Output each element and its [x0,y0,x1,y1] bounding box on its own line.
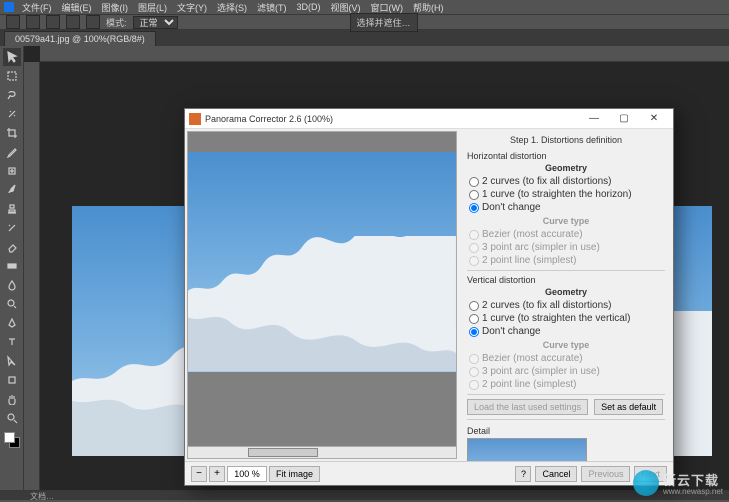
mode-label: 模式: [106,16,127,29]
controls-pane: Step 1. Distortions definition Horizonta… [459,129,673,461]
crop-tool[interactable] [3,124,21,142]
horizontal-geometry-group: 2 curves (to fix all distortions) 1 curv… [469,175,665,214]
horiz-2curves-radio[interactable]: 2 curves (to fix all distortions) [469,175,665,188]
curve-type-header-1: Curve type [467,216,665,226]
horiz-2point-radio: 2 point line (simplest) [469,254,665,267]
horiz-dontchange-radio[interactable]: Don't change [469,201,665,214]
zoom-value-input[interactable] [227,466,267,482]
wand-tool[interactable] [3,105,21,123]
vert-2curves-radio[interactable]: 2 curves (to fix all distortions) [469,299,665,312]
vert-2point-radio: 2 point line (simplest) [469,378,665,391]
selection-add-icon[interactable] [46,15,60,29]
close-button[interactable]: ✕ [639,110,669,128]
app-icon [4,2,14,12]
step-header: Step 1. Distortions definition [467,135,665,145]
watermark-icon [633,470,659,496]
detail-preview [467,438,587,461]
document-tab[interactable]: 00579a41.jpg @ 100%(RGB/8#) [4,31,156,46]
menu-edit[interactable]: 编辑(E) [58,1,96,14]
eraser-tool[interactable] [3,238,21,256]
watermark-url: www.newasp.net [663,487,723,496]
menu-file[interactable]: 文件(F) [18,1,56,14]
vertical-geometry-group: 2 curves (to fix all distortions) 1 curv… [469,299,665,338]
menu-filter[interactable]: 滤镜(T) [253,1,291,14]
pen-tool[interactable] [3,314,21,332]
vert-3point-radio: 3 point arc (simpler in use) [469,365,665,378]
vert-1curve-radio[interactable]: 1 curve (to straighten the vertical) [469,312,665,325]
previous-button[interactable]: Previous [581,466,630,482]
zoom-tool[interactable] [3,409,21,427]
horiz-3point-radio: 3 point arc (simpler in use) [469,241,665,254]
menu-layer[interactable]: 图层(L) [134,1,171,14]
horiz-bezier-radio: Bezier (most accurate) [469,228,665,241]
preview-scrollbar[interactable] [188,446,456,458]
ruler-vertical [24,62,40,490]
menu-3d[interactable]: 3D(D) [293,2,325,12]
gradient-tool[interactable] [3,257,21,275]
preview-pane[interactable] [187,131,457,459]
lasso-tool[interactable] [3,86,21,104]
eyedropper-tool[interactable] [3,143,21,161]
cancel-button[interactable]: Cancel [535,466,577,482]
tool-preset-icon[interactable] [6,15,20,29]
dialog-titlebar[interactable]: Panorama Corrector 2.6 (100%) — ▢ ✕ [185,109,673,129]
select-and-mask-button[interactable]: 选择并遮住… [350,13,418,32]
zoom-out-button[interactable]: − [191,466,207,482]
options-bar: 模式: 正常 选择并遮住… [0,14,729,30]
vertical-curvetype-group: Bezier (most accurate) 3 point arc (simp… [469,352,665,391]
geometry-header-1: Geometry [467,163,665,173]
horiz-1curve-radio[interactable]: 1 curve (to straighten the horizon) [469,188,665,201]
brush-tool[interactable] [3,181,21,199]
heal-tool[interactable] [3,162,21,180]
zoom-in-button[interactable]: + [209,466,225,482]
dialog-footer: − + Fit image ? Cancel Previous Next [185,461,673,485]
panorama-corrector-dialog: Panorama Corrector 2.6 (100%) — ▢ ✕ Step… [184,108,674,486]
dialog-title: Panorama Corrector 2.6 (100%) [205,114,579,124]
load-settings-button[interactable]: Load the last used settings [467,399,588,415]
vert-dontchange-radio[interactable]: Don't change [469,325,665,338]
dodge-tool[interactable] [3,295,21,313]
vert-bezier-radio: Bezier (most accurate) [469,352,665,365]
color-swatch[interactable] [4,432,20,448]
minimize-button[interactable]: — [579,110,609,128]
menu-select[interactable]: 选择(S) [213,1,251,14]
history-brush-tool[interactable] [3,219,21,237]
path-tool[interactable] [3,352,21,370]
stamp-tool[interactable] [3,200,21,218]
maximize-button[interactable]: ▢ [609,110,639,128]
vertical-distortion-label: Vertical distortion [467,275,665,285]
type-tool[interactable] [3,333,21,351]
fit-image-button[interactable]: Fit image [269,466,320,482]
preview-image [188,152,456,372]
menu-type[interactable]: 文字(Y) [173,1,211,14]
blur-tool[interactable] [3,276,21,294]
selection-subtract-icon[interactable] [66,15,80,29]
marquee-tool[interactable] [3,67,21,85]
document-tab-bar: 00579a41.jpg @ 100%(RGB/8#) [0,30,729,46]
horizontal-curvetype-group: Bezier (most accurate) 3 point arc (simp… [469,228,665,267]
shape-tool[interactable] [3,371,21,389]
dialog-app-icon [189,113,201,125]
toolbox [0,46,24,490]
selection-intersect-icon[interactable] [86,15,100,29]
ruler-horizontal [40,46,729,62]
watermark: 新云下载 www.newasp.net [633,470,723,496]
selection-new-icon[interactable] [26,15,40,29]
hand-tool[interactable] [3,390,21,408]
help-button[interactable]: ? [515,466,531,482]
move-tool[interactable] [3,48,21,66]
detail-label: Detail [467,426,665,436]
menu-image[interactable]: 图像(I) [98,1,133,14]
horizontal-distortion-label: Horizontal distortion [467,151,665,161]
geometry-header-2: Geometry [467,287,665,297]
curve-type-header-2: Curve type [467,340,665,350]
set-default-button[interactable]: Set as default [594,399,663,415]
status-bar: 文档… [0,490,729,500]
mode-select[interactable]: 正常 [133,16,178,29]
